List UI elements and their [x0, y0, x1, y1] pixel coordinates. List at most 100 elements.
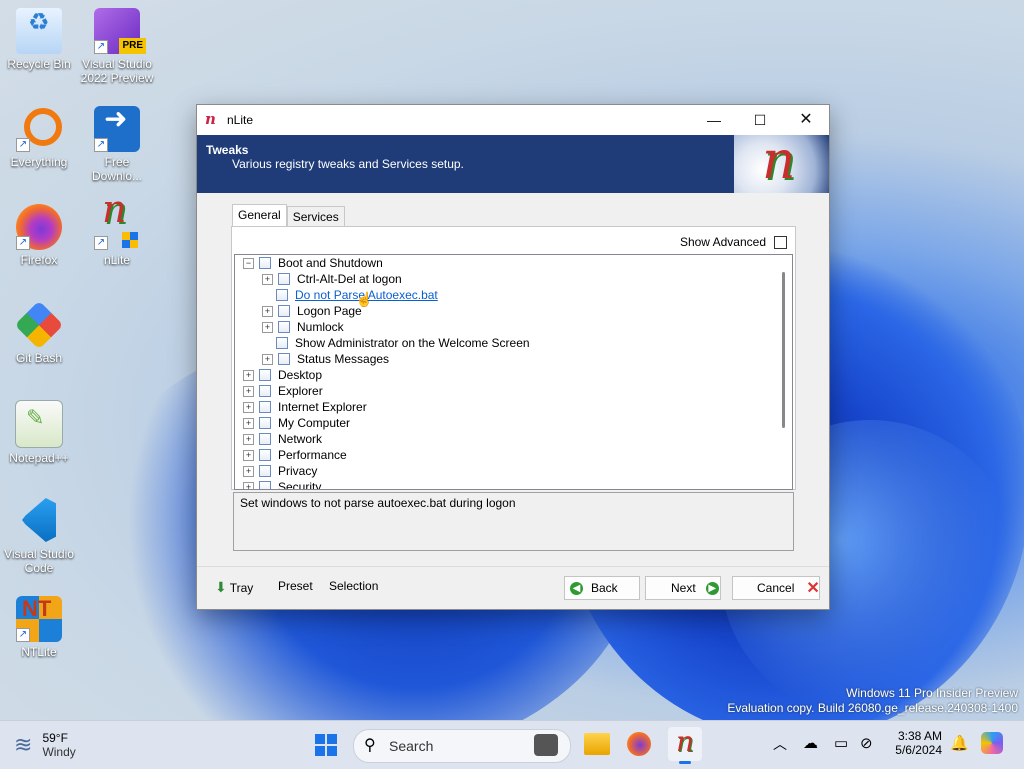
shortcut-arrow-icon: ↗	[16, 138, 30, 152]
cancel-button[interactable]: Cancel ✕	[732, 576, 820, 600]
desktop-icon-recycle-bin[interactable]: ♻ Recycle Bin	[1, 8, 77, 71]
display-icon[interactable]: ▭	[834, 734, 848, 752]
collapse-icon[interactable]: −	[243, 257, 254, 269]
expand-icon[interactable]: +	[243, 465, 254, 477]
desktop-icon-ntlite[interactable]: NT ↗ NTLite	[1, 596, 77, 659]
ntlite-icon: NT ↗	[16, 596, 62, 642]
watermark-line2: Evaluation copy. Build 26080.ge_release.…	[727, 701, 1018, 715]
vscode-icon	[16, 498, 62, 544]
tree-checkbox[interactable]	[278, 305, 290, 317]
back-button[interactable]: ◀ Back	[564, 576, 640, 600]
tree-node-numlock[interactable]: + Numlock	[262, 319, 344, 335]
expand-icon[interactable]: +	[243, 369, 254, 381]
desktop-icon-label: NTLite	[21, 645, 57, 659]
tree-node-boot-and-shutdown[interactable]: − Boot and Shutdown	[243, 255, 383, 271]
desktop-icon-free-download[interactable]: ➜ ↗ Free Downlo...	[79, 105, 155, 184]
expand-icon[interactable]: +	[243, 401, 254, 413]
expand-icon[interactable]: +	[243, 449, 254, 461]
expand-icon[interactable]: +	[243, 385, 254, 397]
tree-node-desktop[interactable]: + Desktop	[243, 367, 322, 383]
network-icon[interactable]: ☁	[803, 734, 818, 752]
tab-general[interactable]: General	[232, 204, 287, 228]
tree-checkbox[interactable]	[259, 257, 271, 269]
preset-button[interactable]: Preset	[278, 579, 313, 593]
wind-icon: ≋	[14, 732, 33, 757]
tree-checkbox[interactable]	[278, 353, 290, 365]
firefox-icon: ↗	[16, 204, 62, 250]
copilot-icon[interactable]	[981, 732, 1003, 754]
expand-icon[interactable]: +	[262, 305, 273, 317]
desktop-icon-firefox[interactable]: ↗ Firefox	[1, 204, 77, 267]
tray-label: Tray	[229, 580, 254, 595]
notification-bell-icon[interactable]: 🔔	[950, 734, 969, 752]
tree-checkbox[interactable]	[276, 337, 288, 349]
expand-icon[interactable]: +	[262, 273, 273, 285]
back-arrow-icon: ◀	[570, 581, 583, 595]
tree-node-label: Internet Explorer	[278, 400, 367, 414]
tree-node-show-administrator[interactable]: Show Administrator on the Welcome Screen	[276, 335, 530, 351]
selection-button[interactable]: Selection	[329, 579, 378, 593]
file-explorer-icon[interactable]	[584, 733, 610, 755]
expand-icon[interactable]: +	[243, 481, 254, 489]
volume-icon[interactable]: ⊘	[860, 734, 873, 752]
scrollbar-thumb[interactable]	[782, 272, 785, 428]
tree-node-do-not-parse-autoexec[interactable]: Do not Parse Autoexec.bat ☝	[276, 287, 455, 307]
pre-badge: PRE	[119, 38, 146, 54]
desktop-icon-label: Visual Studio 2022 Preview	[80, 57, 154, 85]
next-label: Next	[671, 581, 696, 595]
tree-checkbox[interactable]	[259, 481, 271, 489]
start-button[interactable]	[315, 734, 337, 756]
tree-node-performance[interactable]: + Performance	[243, 447, 347, 463]
firefox-taskbar-icon[interactable]	[627, 732, 651, 756]
desktop-icon-vscode[interactable]: Visual Studio Code	[1, 498, 77, 575]
desktop-icon-git-bash[interactable]: Git Bash	[1, 300, 77, 365]
tree-node-ctrl-alt-del[interactable]: + Ctrl-Alt-Del at logon	[262, 271, 402, 287]
weather-widget[interactable]: ≋ 59°F Windy	[14, 731, 76, 759]
nlite-icon: n ↗	[94, 190, 140, 250]
nlite-taskbar-button[interactable]: n	[668, 725, 702, 764]
tray-button[interactable]: ⬇ Tray	[215, 579, 253, 596]
tree-node-privacy[interactable]: + Privacy	[243, 463, 317, 479]
clock[interactable]: 3:38 AM 5/6/2024	[890, 729, 942, 757]
desktop-icon-label: Git Bash	[15, 351, 63, 365]
tree-node-status-messages[interactable]: + Status Messages	[262, 351, 389, 367]
expand-icon[interactable]: +	[262, 353, 273, 365]
tree-node-explorer[interactable]: + Explorer	[243, 383, 323, 399]
tree-checkbox[interactable]	[278, 273, 290, 285]
tree-checkbox[interactable]	[259, 417, 271, 429]
desktop-icon-nlite[interactable]: n ↗ nLite	[79, 190, 155, 267]
tree-checkbox[interactable]	[259, 401, 271, 413]
tree-checkbox[interactable]	[259, 433, 271, 445]
next-button[interactable]: Next ▶	[645, 576, 721, 600]
desktop-icon-label: nLite	[103, 253, 131, 267]
tree-node-my-computer[interactable]: + My Computer	[243, 415, 350, 431]
tree-node-internet-explorer[interactable]: + Internet Explorer	[243, 399, 367, 415]
desktop-icon-notepadpp[interactable]: ✎ Notepad++	[1, 400, 77, 465]
tree-checkbox[interactable]	[259, 385, 271, 397]
expand-icon[interactable]: +	[262, 321, 273, 333]
tree-checkbox[interactable]	[259, 369, 271, 381]
desktop-icon-everything[interactable]: ↗ Everything	[1, 106, 77, 169]
desktop-icon-visual-studio[interactable]: PRE ↗ Visual Studio 2022 Preview	[79, 8, 155, 85]
desktop-icon-label: Notepad++	[9, 451, 69, 465]
show-advanced-checkbox[interactable]	[774, 235, 787, 249]
notepadpp-icon: ✎	[15, 400, 63, 448]
tree-node-network[interactable]: + Network	[243, 431, 322, 447]
description-box: Set windows to not parse autoexec.bat du…	[233, 492, 794, 551]
tree-checkbox[interactable]	[278, 321, 290, 333]
tweaks-tree[interactable]: − Boot and Shutdown + Ctrl-Alt-Del at lo…	[234, 254, 793, 490]
title-bar[interactable]: n nLite — ☐ ✕	[197, 105, 829, 135]
expand-icon[interactable]: +	[243, 433, 254, 445]
tree-checkbox[interactable]	[259, 449, 271, 461]
chevron-up-icon[interactable]: ︿	[773, 734, 787, 754]
tree-node-security[interactable]: + Security	[243, 479, 321, 489]
tree-scrollbar[interactable]	[775, 255, 792, 489]
tree-checkbox[interactable]	[259, 465, 271, 477]
tree-checkbox[interactable]	[276, 289, 288, 301]
search-box[interactable]: ⚲ Search	[353, 729, 571, 763]
expand-icon[interactable]: +	[243, 417, 254, 429]
tree-node-logon-page[interactable]: + Logon Page	[262, 303, 362, 319]
show-advanced-label: Show Advanced	[679, 235, 766, 249]
minimize-button[interactable]: —	[691, 105, 737, 135]
tree-node-label: Performance	[278, 448, 347, 462]
